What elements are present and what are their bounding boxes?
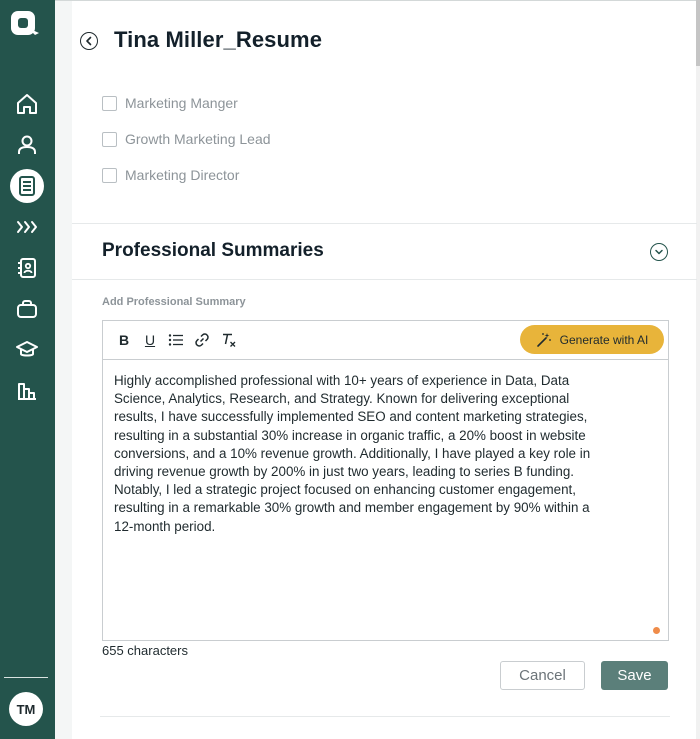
summary-editor: B U Generate with AI Highly accomplished…: [102, 320, 669, 641]
bottom-divider: [100, 716, 670, 717]
section-title: Professional Summaries: [102, 240, 324, 261]
section-header-divider: [72, 279, 697, 280]
checkbox-marketing-director[interactable]: Marketing Director: [102, 167, 239, 183]
save-button[interactable]: Save: [601, 661, 668, 690]
generate-with-ai-button[interactable]: Generate with AI: [520, 325, 664, 354]
app-logo-icon[interactable]: [9, 8, 45, 44]
link-button[interactable]: [193, 331, 211, 349]
nav-jobs[interactable]: [7, 289, 47, 329]
clear-format-icon: [223, 333, 236, 347]
generate-with-ai-label: Generate with AI: [559, 332, 649, 347]
checkbox-label: Growth Marketing Lead: [125, 131, 271, 147]
avatar[interactable]: TM: [9, 692, 43, 726]
status-dot: [653, 627, 660, 634]
bold-button[interactable]: B: [115, 331, 133, 349]
section-divider: [72, 223, 697, 224]
nav-pipeline[interactable]: [7, 207, 47, 247]
bullet-list-button[interactable]: [167, 331, 185, 349]
collapse-section-button[interactable]: [650, 243, 668, 261]
cancel-button[interactable]: Cancel: [500, 661, 585, 690]
page-title: Tina Miller_Resume: [114, 27, 323, 52]
scrollbar[interactable]: [696, 0, 700, 739]
contacts-icon: [18, 258, 36, 278]
field-label: Add Professional Summary: [102, 296, 246, 308]
sidebar: TM: [0, 0, 55, 739]
user-icon: [18, 135, 36, 154]
sidebar-divider: [4, 677, 48, 678]
chevron-left-icon: [86, 36, 92, 46]
summary-textarea[interactable]: Highly accomplished professional with 10…: [114, 372, 654, 536]
editor-toolbar: B U Generate with AI: [103, 321, 668, 360]
analytics-icon: [18, 383, 36, 400]
nav-analytics[interactable]: [7, 371, 47, 411]
nav-resume[interactable]: [7, 166, 47, 206]
checkbox-marketing-manager[interactable]: Marketing Manger: [102, 95, 238, 111]
back-button[interactable]: [80, 32, 98, 50]
graduation-cap-icon: [16, 341, 38, 357]
nav-education[interactable]: [7, 330, 47, 370]
chevrons-right-icon: [17, 221, 37, 233]
checkbox[interactable]: [102, 167, 117, 183]
chevron-down-icon: [655, 249, 663, 255]
top-border: [55, 0, 700, 1]
character-count: 655 characters: [102, 643, 188, 658]
content-gutter: [55, 0, 72, 739]
home-icon: [17, 94, 37, 114]
nav-profile[interactable]: [7, 125, 47, 165]
list-icon: [168, 334, 183, 346]
resume-icon: [19, 176, 35, 196]
link-icon: [195, 333, 209, 347]
nav-contacts[interactable]: [7, 248, 47, 288]
checkbox[interactable]: [102, 131, 117, 147]
checkbox-label: Marketing Director: [125, 167, 240, 183]
checkbox-growth-marketing-lead[interactable]: Growth Marketing Lead: [102, 131, 271, 147]
underline-button[interactable]: U: [141, 331, 159, 349]
briefcase-icon: [17, 300, 37, 318]
magic-wand-icon: [536, 332, 551, 347]
clear-format-button[interactable]: [220, 331, 238, 349]
nav-home[interactable]: [7, 84, 47, 124]
scrollbar-thumb[interactable]: [696, 0, 700, 66]
checkbox[interactable]: [102, 95, 117, 111]
checkbox-label: Marketing Manger: [125, 95, 238, 111]
